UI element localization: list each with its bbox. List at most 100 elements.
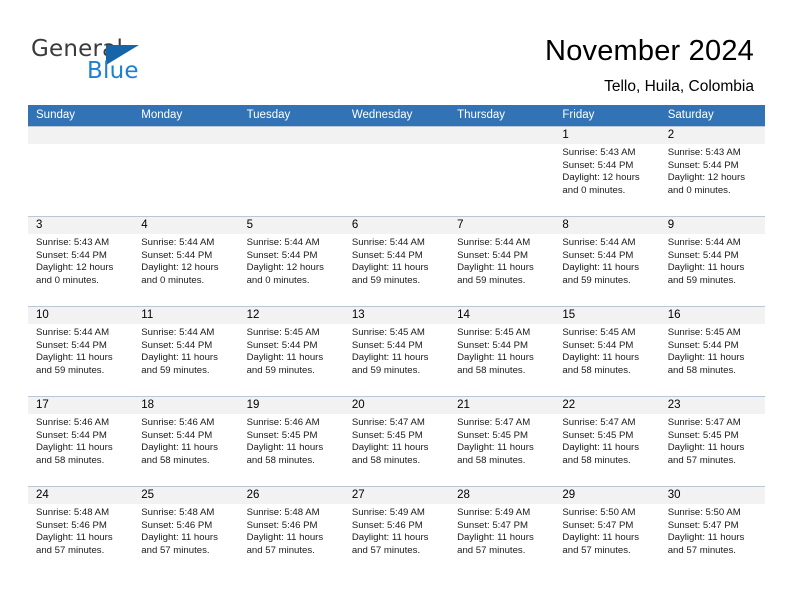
sunrise-text: Sunrise: 5:46 AM xyxy=(246,417,320,428)
page-subtitle-location: Tello, Huila, Colombia xyxy=(604,78,754,95)
day-number-band: 9 xyxy=(659,217,765,234)
day-cell[interactable]: 17 Sunrise: 5:46 AM Sunset: 5:44 PM Dayl… xyxy=(28,397,134,486)
day-cell[interactable]: 14 Sunrise: 5:45 AM Sunset: 5:44 PM Dayl… xyxy=(449,307,555,396)
day-cell[interactable]: 26 Sunrise: 5:48 AM Sunset: 5:46 PM Dayl… xyxy=(238,487,344,576)
day-cell[interactable]: 13 Sunrise: 5:45 AM Sunset: 5:44 PM Dayl… xyxy=(343,307,450,396)
day-cell xyxy=(238,127,344,216)
day-number: 21 xyxy=(457,399,470,411)
daylight-text: Daylight: 11 hours and 57 minutes. xyxy=(667,442,745,466)
day-cell[interactable]: 20 Sunrise: 5:47 AM Sunset: 5:45 PM Dayl… xyxy=(343,397,450,486)
calendar-week-row: 10 Sunrise: 5:44 AM Sunset: 5:44 PM Dayl… xyxy=(28,306,765,396)
daylight-text: Daylight: 11 hours and 57 minutes. xyxy=(351,532,429,556)
day-cell[interactable]: 1 Sunrise: 5:43 AM Sunset: 5:44 PM Dayli… xyxy=(554,127,660,216)
sunrise-text: Sunrise: 5:45 AM xyxy=(562,327,636,338)
sunset-text: Sunset: 5:44 PM xyxy=(562,159,634,171)
day-number: 18 xyxy=(141,399,155,411)
day-info: Sunrise: 5:46 AM Sunset: 5:44 PM Dayligh… xyxy=(28,414,133,467)
day-info: Sunrise: 5:44 AM Sunset: 5:44 PM Dayligh… xyxy=(660,234,765,287)
day-number: 11 xyxy=(141,309,154,321)
day-info: Sunrise: 5:47 AM Sunset: 5:45 PM Dayligh… xyxy=(344,414,449,467)
daylight-text: Daylight: 11 hours and 57 minutes. xyxy=(562,532,640,556)
day-cell[interactable]: 9 Sunrise: 5:44 AM Sunset: 5:44 PM Dayli… xyxy=(659,217,765,306)
day-cell[interactable]: 30 Sunrise: 5:50 AM Sunset: 5:47 PM Dayl… xyxy=(659,487,765,576)
day-cell[interactable]: 8 Sunrise: 5:44 AM Sunset: 5:44 PM Dayli… xyxy=(554,217,660,306)
sunrise-text: Sunrise: 5:48 AM xyxy=(36,507,110,518)
day-cell xyxy=(449,127,555,216)
day-number: 5 xyxy=(246,219,253,231)
day-info xyxy=(449,144,554,147)
day-cell[interactable]: 25 Sunrise: 5:48 AM Sunset: 5:46 PM Dayl… xyxy=(133,487,239,576)
day-cell[interactable]: 11 Sunrise: 5:44 AM Sunset: 5:44 PM Dayl… xyxy=(133,307,239,396)
daylight-text: Daylight: 11 hours and 58 minutes. xyxy=(246,442,324,466)
day-cell[interactable]: 15 Sunrise: 5:45 AM Sunset: 5:44 PM Dayl… xyxy=(554,307,660,396)
day-number-band: 3 xyxy=(28,217,134,234)
day-number-band: 23 xyxy=(659,397,765,414)
sunset-text: Sunset: 5:44 PM xyxy=(667,339,739,351)
sunset-text: Sunset: 5:44 PM xyxy=(667,159,739,171)
day-number-band: 10 xyxy=(28,307,134,324)
daylight-text: Daylight: 11 hours and 59 minutes. xyxy=(351,262,429,286)
day-number-band: 25 xyxy=(133,487,239,504)
dow-wednesday: Wednesday xyxy=(351,109,413,121)
day-info: Sunrise: 5:48 AM Sunset: 5:46 PM Dayligh… xyxy=(133,504,238,557)
sunrise-text: Sunrise: 5:45 AM xyxy=(457,327,531,338)
day-info: Sunrise: 5:43 AM Sunset: 5:44 PM Dayligh… xyxy=(554,144,659,197)
day-cell[interactable]: 22 Sunrise: 5:47 AM Sunset: 5:45 PM Dayl… xyxy=(554,397,660,486)
dow-tuesday: Tuesday xyxy=(246,109,291,121)
sunrise-text: Sunrise: 5:48 AM xyxy=(141,507,215,518)
sunrise-text: Sunrise: 5:44 AM xyxy=(246,237,320,248)
sunrise-text: Sunrise: 5:44 AM xyxy=(141,237,215,248)
day-number: 29 xyxy=(562,489,576,501)
day-number: 24 xyxy=(36,489,49,501)
day-cell[interactable]: 28 Sunrise: 5:49 AM Sunset: 5:47 PM Dayl… xyxy=(449,487,555,576)
day-info: Sunrise: 5:44 AM Sunset: 5:44 PM Dayligh… xyxy=(239,234,344,287)
day-cell[interactable]: 2 Sunrise: 5:43 AM Sunset: 5:44 PM Dayli… xyxy=(659,127,765,216)
daylight-text: Daylight: 11 hours and 57 minutes. xyxy=(667,532,745,556)
day-cell[interactable]: 4 Sunrise: 5:44 AM Sunset: 5:44 PM Dayli… xyxy=(133,217,239,306)
sunrise-text: Sunrise: 5:47 AM xyxy=(562,417,636,428)
day-number-band: 15 xyxy=(554,307,660,324)
day-cell[interactable]: 19 Sunrise: 5:46 AM Sunset: 5:45 PM Dayl… xyxy=(238,397,344,486)
day-info: Sunrise: 5:45 AM Sunset: 5:44 PM Dayligh… xyxy=(344,324,449,377)
day-cell[interactable]: 24 Sunrise: 5:48 AM Sunset: 5:46 PM Dayl… xyxy=(28,487,134,576)
sunrise-text: Sunrise: 5:45 AM xyxy=(667,327,741,338)
day-number-band: 26 xyxy=(238,487,344,504)
general-blue-logo[interactable]: General Blue xyxy=(31,36,211,88)
sunset-text: Sunset: 5:45 PM xyxy=(562,429,634,441)
day-number-band: 4 xyxy=(133,217,239,234)
day-cell[interactable]: 7 Sunrise: 5:44 AM Sunset: 5:44 PM Dayli… xyxy=(449,217,555,306)
day-info: Sunrise: 5:44 AM Sunset: 5:44 PM Dayligh… xyxy=(554,234,659,287)
daylight-text: Daylight: 11 hours and 59 minutes. xyxy=(36,352,113,376)
daylight-text: Daylight: 11 hours and 59 minutes. xyxy=(457,262,534,286)
day-cell[interactable]: 29 Sunrise: 5:50 AM Sunset: 5:47 PM Dayl… xyxy=(554,487,660,576)
day-number: 15 xyxy=(562,309,576,321)
day-info: Sunrise: 5:50 AM Sunset: 5:47 PM Dayligh… xyxy=(554,504,659,557)
day-cell[interactable]: 10 Sunrise: 5:44 AM Sunset: 5:44 PM Dayl… xyxy=(28,307,134,396)
day-cell[interactable]: 12 Sunrise: 5:45 AM Sunset: 5:44 PM Dayl… xyxy=(238,307,344,396)
day-number: 17 xyxy=(36,399,49,411)
day-cell xyxy=(133,127,239,216)
day-cell[interactable]: 27 Sunrise: 5:49 AM Sunset: 5:46 PM Dayl… xyxy=(343,487,450,576)
day-info: Sunrise: 5:46 AM Sunset: 5:45 PM Dayligh… xyxy=(239,414,344,467)
day-cell[interactable]: 3 Sunrise: 5:43 AM Sunset: 5:44 PM Dayli… xyxy=(28,217,134,306)
daylight-text: Daylight: 11 hours and 57 minutes. xyxy=(457,532,534,556)
sunset-text: Sunset: 5:44 PM xyxy=(36,249,107,261)
day-info: Sunrise: 5:49 AM Sunset: 5:46 PM Dayligh… xyxy=(344,504,449,557)
day-cell[interactable]: 5 Sunrise: 5:44 AM Sunset: 5:44 PM Dayli… xyxy=(238,217,344,306)
sunset-text: Sunset: 5:44 PM xyxy=(141,249,213,261)
day-cell[interactable]: 16 Sunrise: 5:45 AM Sunset: 5:44 PM Dayl… xyxy=(659,307,765,396)
sunset-text: Sunset: 5:46 PM xyxy=(36,519,107,531)
day-info: Sunrise: 5:50 AM Sunset: 5:47 PM Dayligh… xyxy=(660,504,765,557)
day-number-band: 19 xyxy=(238,397,344,414)
daylight-text: Daylight: 11 hours and 59 minutes. xyxy=(351,352,429,376)
day-cell[interactable]: 21 Sunrise: 5:47 AM Sunset: 5:45 PM Dayl… xyxy=(449,397,555,486)
day-number-band: 17 xyxy=(28,397,134,414)
day-cell[interactable]: 6 Sunrise: 5:44 AM Sunset: 5:44 PM Dayli… xyxy=(343,217,450,306)
sunrise-text: Sunrise: 5:49 AM xyxy=(351,507,425,518)
day-number-band: 8 xyxy=(554,217,660,234)
day-cell[interactable]: 23 Sunrise: 5:47 AM Sunset: 5:45 PM Dayl… xyxy=(659,397,765,486)
daylight-text: Daylight: 12 hours and 0 minutes. xyxy=(36,262,114,286)
day-cell[interactable]: 18 Sunrise: 5:46 AM Sunset: 5:44 PM Dayl… xyxy=(133,397,239,486)
calendar-week-row: 24 Sunrise: 5:48 AM Sunset: 5:46 PM Dayl… xyxy=(28,486,765,576)
day-number-band xyxy=(133,127,239,144)
